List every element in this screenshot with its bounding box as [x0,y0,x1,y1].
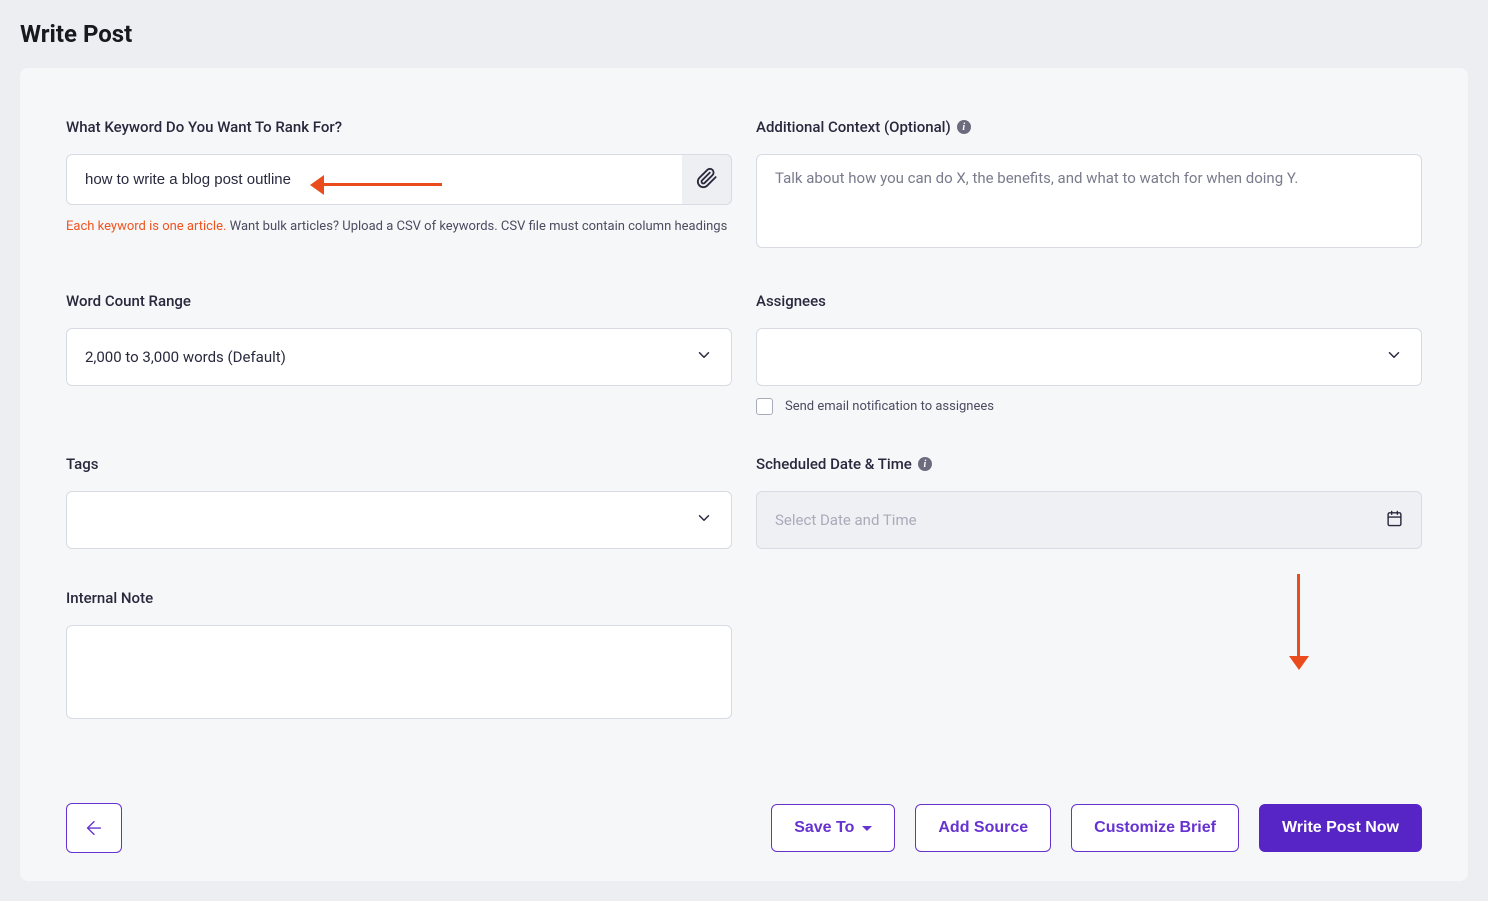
keyword-helper-rest: Want bulk articles? Upload a CSV of keyw… [226,219,727,234]
internal-note-field: Internal Note [66,589,732,723]
word-count-select[interactable]: 2,000 to 3,000 words (Default) [66,328,732,386]
scheduled-datetime-input[interactable]: Select Date and Time [756,491,1422,549]
form-card: What Keyword Do You Want To Rank For? Ea… [20,68,1468,881]
assignees-select[interactable] [756,328,1422,386]
keyword-label: What Keyword Do You Want To Rank For? [66,118,732,136]
tags-select[interactable] [66,491,732,549]
keyword-input[interactable] [66,154,682,205]
context-textarea[interactable] [756,154,1422,248]
write-post-now-button[interactable]: Write Post Now [1259,804,1422,852]
word-count-field: Word Count Range 2,000 to 3,000 words (D… [66,292,732,415]
customize-brief-button[interactable]: Customize Brief [1071,804,1239,852]
chevron-down-icon [1385,346,1403,368]
word-count-label: Word Count Range [66,292,732,310]
paperclip-icon [696,167,718,193]
word-count-value: 2,000 to 3,000 words (Default) [85,348,286,366]
tags-label: Tags [66,455,732,473]
page-title: Write Post [20,20,1468,48]
assignees-field: Assignees Send email notification to ass… [756,292,1422,415]
scheduled-field: Scheduled Date & Time i Select Date and … [756,455,1422,549]
chevron-down-icon [695,509,713,531]
footer-actions: Save To Add Source Customize Brief Write… [66,803,1422,853]
notify-assignees-label: Send email notification to assignees [785,399,994,414]
save-to-button[interactable]: Save To [771,804,895,852]
scheduled-label: Scheduled Date & Time i [756,455,1422,473]
chevron-down-icon [695,346,713,368]
assignees-label: Assignees [756,292,1422,310]
info-icon: i [957,120,971,134]
info-icon: i [918,457,932,471]
context-label: Additional Context (Optional) i [756,118,1422,136]
caret-down-icon [862,826,872,831]
add-source-button[interactable]: Add Source [915,804,1051,852]
scheduled-placeholder: Select Date and Time [775,511,917,529]
keyword-helper-red: Each keyword is one article. [66,219,226,234]
calendar-icon [1386,510,1403,531]
back-button[interactable] [66,803,122,853]
notify-assignees-checkbox[interactable] [756,398,773,415]
keyword-helper: Each keyword is one article. Want bulk a… [66,219,732,234]
internal-note-textarea[interactable] [66,625,732,719]
tags-field: Tags [66,455,732,549]
arrow-left-icon [83,817,105,839]
attach-button[interactable] [682,154,732,205]
internal-note-label: Internal Note [66,589,732,607]
keyword-field: What Keyword Do You Want To Rank For? Ea… [66,118,732,252]
context-field: Additional Context (Optional) i [756,118,1422,252]
